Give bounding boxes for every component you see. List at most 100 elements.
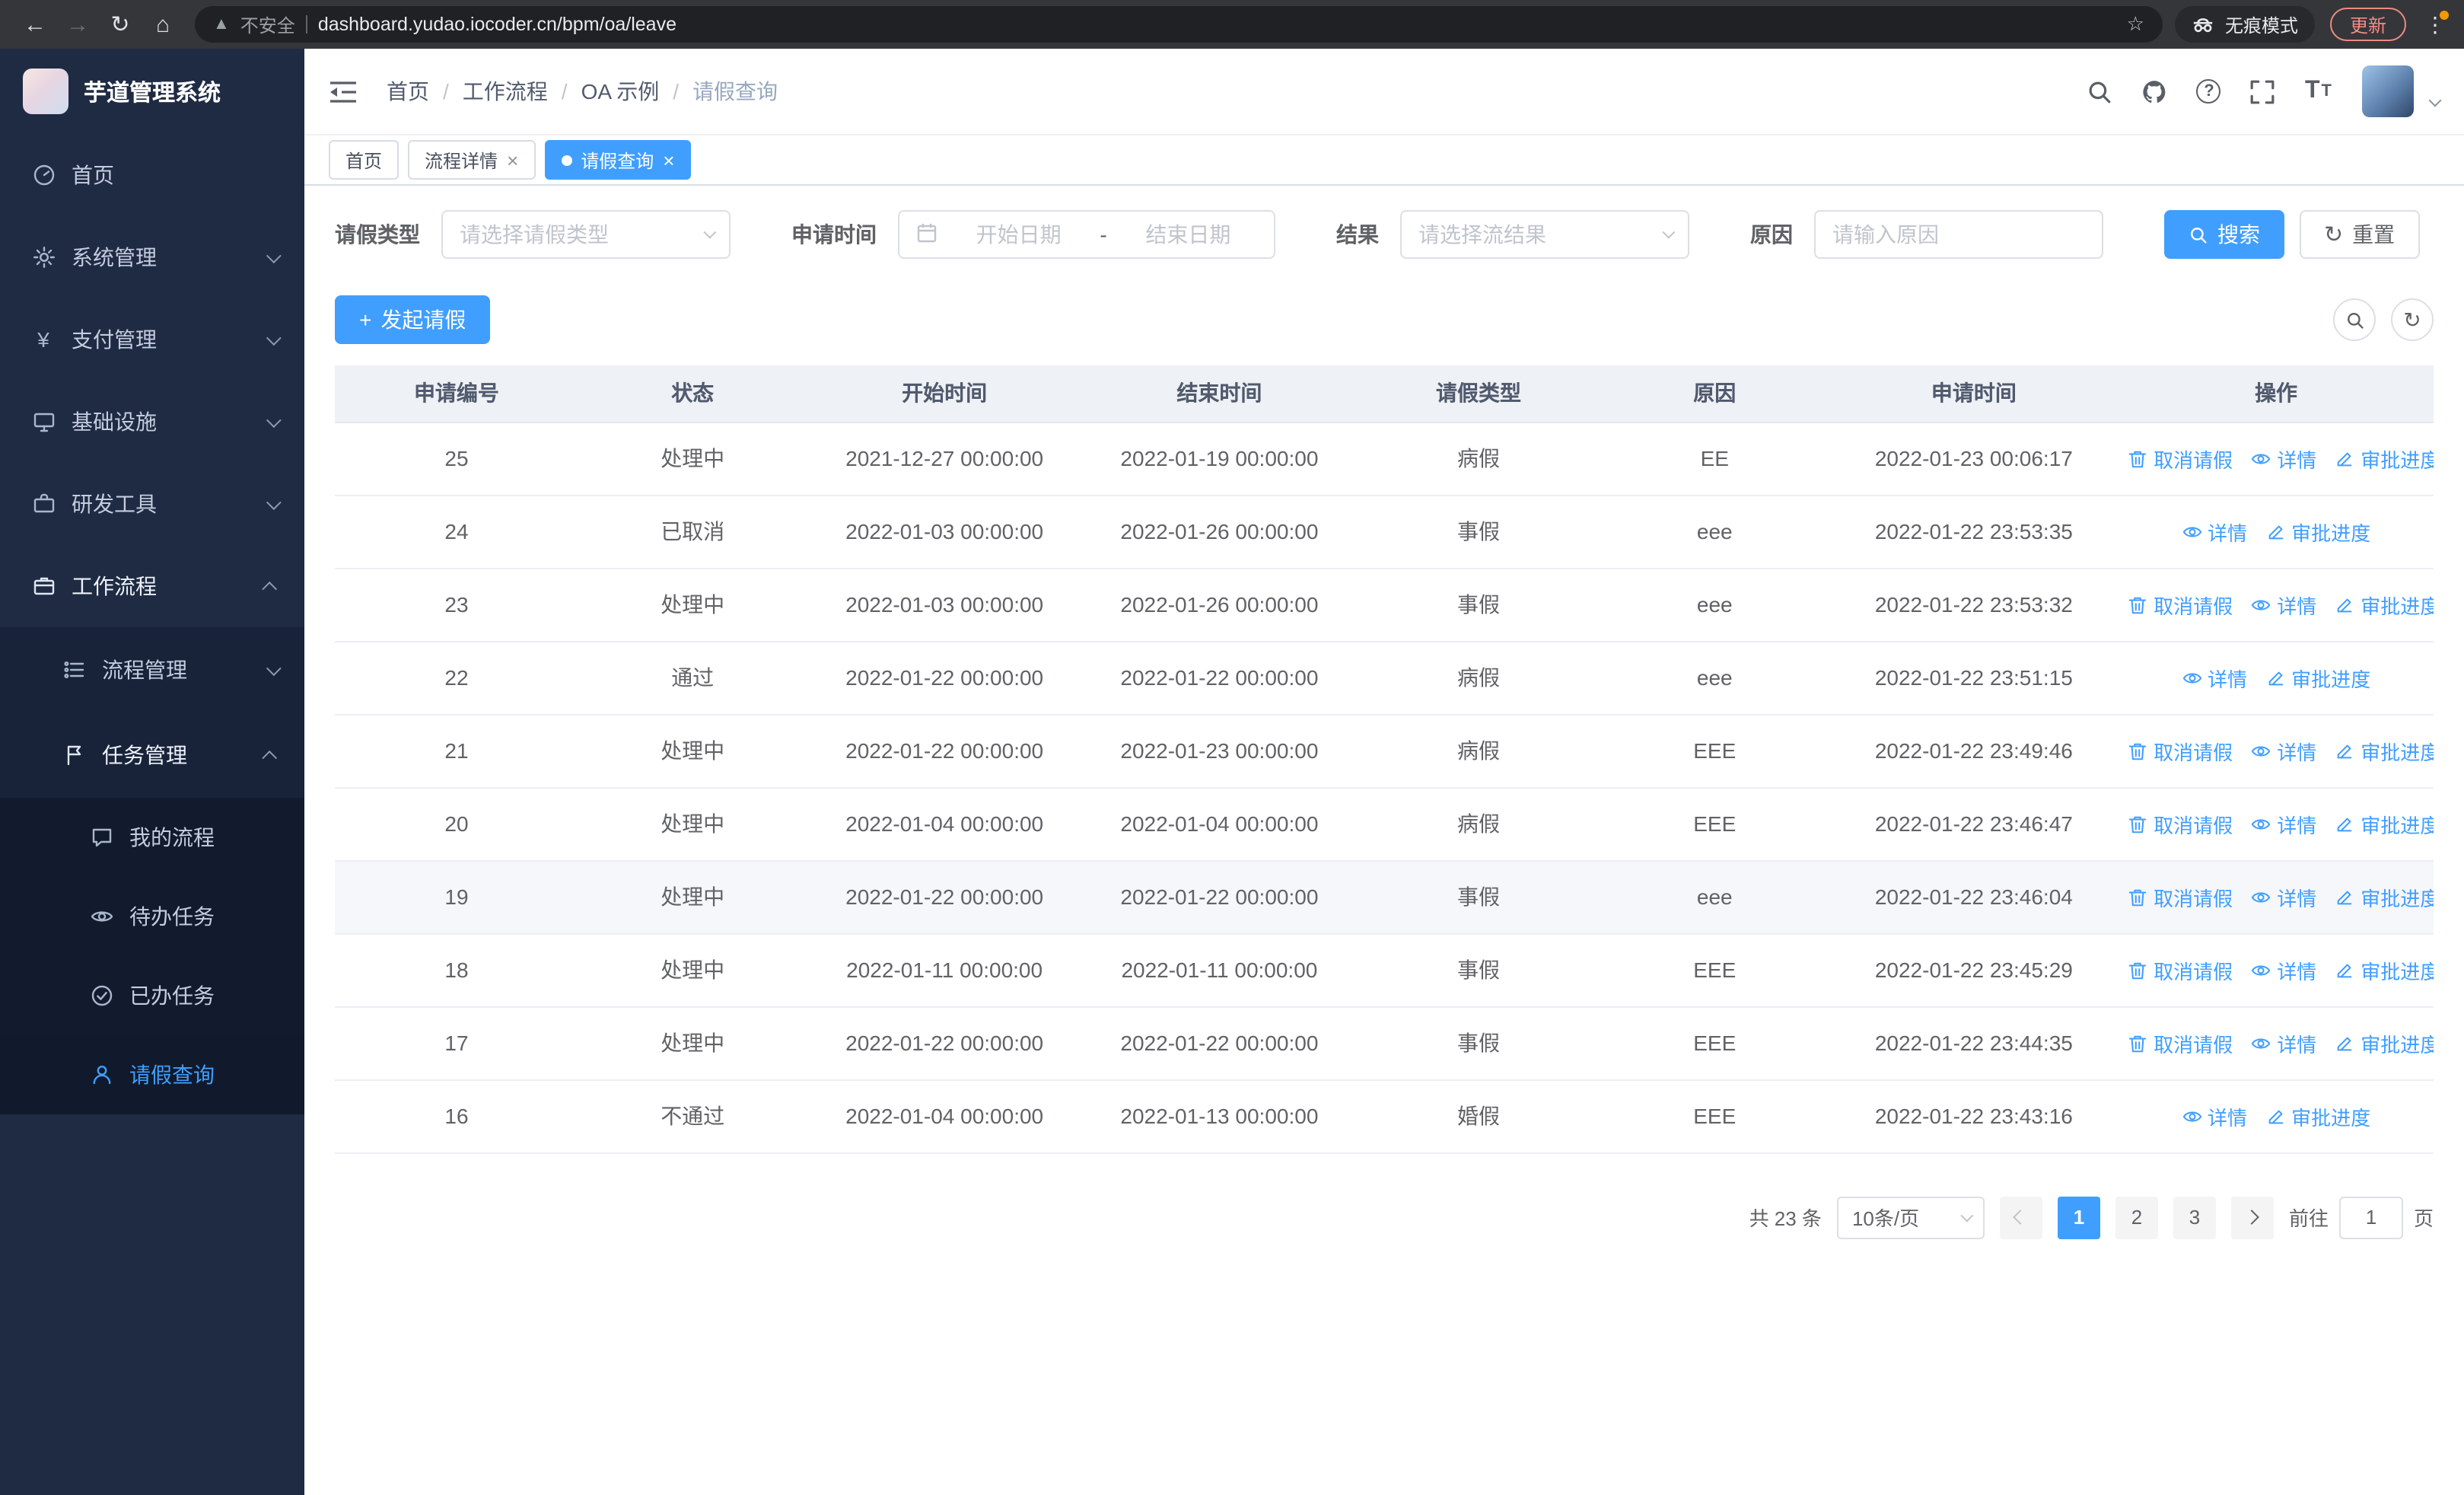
detail-action-link[interactable]: 详情 xyxy=(2182,1101,2247,1130)
cell-apply-time: 2022-01-22 23:49:46 xyxy=(1829,714,2119,788)
sidebar-item-todo-task[interactable]: 待办任务 xyxy=(0,877,304,956)
sidebar-item-devtools[interactable]: 研发工具 xyxy=(0,463,304,545)
progress-action-link[interactable]: 审批进度 xyxy=(2335,809,2434,838)
cell-status: 处理中 xyxy=(578,933,807,1007)
sidebar-item-workflow[interactable]: 工作流程 xyxy=(0,545,304,627)
table-toolbar: + 发起请假 ↻ xyxy=(335,295,2434,344)
page-button[interactable]: 2 xyxy=(2115,1196,2158,1238)
page-jump-input[interactable] xyxy=(2338,1196,2403,1238)
sidebar-item-process-management[interactable]: 流程管理 xyxy=(0,627,304,712)
browser-update-button[interactable]: 更新 xyxy=(2329,8,2406,41)
tab-leave-query[interactable]: 请假查询 × xyxy=(544,140,692,180)
user-avatar[interactable] xyxy=(2362,65,2414,117)
cancel-action-link[interactable]: 取消请假 xyxy=(2128,1028,2233,1057)
cell-start-time: 2022-01-03 00:00:00 xyxy=(807,495,1082,569)
cancel-action-link[interactable]: 取消请假 xyxy=(2128,590,2233,619)
user-menu-caret-icon[interactable] xyxy=(2428,94,2442,107)
sidebar-item-done-task[interactable]: 已办任务 xyxy=(0,956,304,1035)
detail-action-link[interactable]: 详情 xyxy=(2251,955,2316,984)
sidebar-item-infrastructure[interactable]: 基础设施 xyxy=(0,381,304,463)
cancel-action-link[interactable]: 取消请假 xyxy=(2128,736,2233,765)
tab-process-detail[interactable]: 流程详情 × xyxy=(408,140,536,180)
detail-action-link[interactable]: 详情 xyxy=(2182,663,2247,692)
apply-time-range-picker[interactable]: 开始日期 - 结束日期 xyxy=(898,210,1275,259)
progress-action-link[interactable]: 审批进度 xyxy=(2335,955,2434,984)
close-icon[interactable]: × xyxy=(507,150,518,170)
browser-forward-button[interactable]: → xyxy=(58,5,97,44)
tab-home[interactable]: 首页 xyxy=(329,140,400,180)
progress-action-link[interactable]: 审批进度 xyxy=(2265,1101,2370,1130)
font-size-icon[interactable]: TT xyxy=(2305,78,2333,105)
help-icon[interactable]: ? xyxy=(2196,79,2221,104)
url-text[interactable]: dashboard.yudao.iocoder.cn/bpm/oa/leave xyxy=(318,14,2116,35)
cancel-action-link[interactable]: 取消请假 xyxy=(2128,955,2233,984)
github-icon[interactable] xyxy=(2142,78,2168,104)
sidebar-item-my-process[interactable]: 我的流程 xyxy=(0,798,304,877)
cell-reason: eee xyxy=(1600,495,1829,569)
cell-apply-no: 17 xyxy=(335,1006,578,1080)
page-button[interactable]: 1 xyxy=(2057,1196,2100,1238)
detail-action-link[interactable]: 详情 xyxy=(2251,736,2316,765)
result-select[interactable]: 请选择流结果 xyxy=(1400,210,1689,259)
detail-action-link[interactable]: 详情 xyxy=(2251,809,2316,838)
table-row: 24 已取消 2022-01-03 00:00:00 2022-01-26 00:00… xyxy=(335,495,2434,569)
browser-refresh-button[interactable]: ↻ xyxy=(100,5,140,44)
detail-action-link[interactable]: 详情 xyxy=(2251,882,2316,911)
active-tab-dot xyxy=(561,155,572,165)
security-warning-label[interactable]: 不安全 xyxy=(240,11,295,37)
progress-action-link[interactable]: 审批进度 xyxy=(2335,882,2434,911)
start-date-placeholder[interactable]: 开始日期 xyxy=(950,219,1087,250)
reset-button[interactable]: ↻ 重置 xyxy=(2300,210,2420,259)
browser-menu-button[interactable]: ⋮ xyxy=(2421,10,2449,37)
address-bar[interactable]: ▲ 不安全 dashboard.yudao.iocoder.cn/bpm/oa/… xyxy=(195,6,2163,43)
fullscreen-icon[interactable] xyxy=(2250,78,2276,104)
detail-action-link[interactable]: 详情 xyxy=(2182,517,2247,546)
cell-leave-type: 病假 xyxy=(1357,787,1600,861)
detail-action-link[interactable]: 详情 xyxy=(2251,444,2316,473)
progress-action-link[interactable]: 审批进度 xyxy=(2265,663,2370,692)
cancel-action-link[interactable]: 取消请假 xyxy=(2128,444,2233,473)
cell-status: 不通过 xyxy=(578,1079,807,1153)
cell-reason: EEE xyxy=(1600,1006,1829,1080)
reason-input[interactable] xyxy=(1832,222,2085,247)
browser-home-button[interactable]: ⌂ xyxy=(143,5,183,44)
leave-type-select[interactable]: 请选择请假类型 xyxy=(441,210,731,259)
toggle-search-button[interactable] xyxy=(2333,298,2376,341)
next-page-button[interactable] xyxy=(2230,1196,2274,1238)
sidebar-item-task-management[interactable]: 任务管理 xyxy=(0,712,304,798)
search-button[interactable]: 搜索 xyxy=(2164,210,2284,259)
refresh-table-button[interactable]: ↻ xyxy=(2391,298,2434,341)
cancel-action-link[interactable]: 取消请假 xyxy=(2128,809,2233,838)
create-leave-button[interactable]: + 发起请假 xyxy=(335,295,491,344)
breadcrumb-item[interactable]: 首页 xyxy=(387,76,429,107)
leave-type-label: 请假类型 xyxy=(335,222,420,247)
page-size-select[interactable]: 10条/页 xyxy=(1836,1196,1985,1238)
sidebar-item-payment[interactable]: ¥ 支付管理 xyxy=(0,298,304,381)
cancel-action-link[interactable]: 取消请假 xyxy=(2128,882,2233,911)
progress-action-link[interactable]: 审批进度 xyxy=(2335,1028,2434,1057)
sidebar-item-system[interactable]: 系统管理 xyxy=(0,216,304,298)
search-icon[interactable] xyxy=(2087,78,2113,104)
end-date-placeholder[interactable]: 结束日期 xyxy=(1119,219,1257,250)
sidebar-item-leave-query[interactable]: 请假查询 xyxy=(0,1035,304,1114)
detail-action-link[interactable]: 详情 xyxy=(2251,590,2316,619)
detail-action-link[interactable]: 详情 xyxy=(2251,1028,2316,1057)
cell-apply-no: 18 xyxy=(335,933,578,1007)
progress-action-link[interactable]: 审批进度 xyxy=(2265,517,2370,546)
close-icon[interactable]: × xyxy=(663,150,674,170)
prev-page-button[interactable] xyxy=(1999,1196,2042,1238)
app-logo[interactable]: 芋道管理系统 xyxy=(0,49,304,134)
bookmark-star-icon[interactable]: ☆ xyxy=(2127,12,2144,37)
page-button[interactable]: 3 xyxy=(2173,1196,2216,1238)
pagination: 共 23 条 10条/页 1 2 3 前往 页 xyxy=(335,1196,2434,1238)
sidebar-collapse-button[interactable] xyxy=(329,75,362,108)
browser-back-button[interactable]: ← xyxy=(15,5,55,44)
sidebar-item-home[interactable]: 首页 xyxy=(0,134,304,216)
progress-action-link[interactable]: 审批进度 xyxy=(2335,736,2434,765)
progress-action-link[interactable]: 审批进度 xyxy=(2335,444,2434,473)
breadcrumb-item[interactable]: 工作流程 xyxy=(463,76,548,107)
security-warning-icon[interactable]: ▲ xyxy=(213,15,230,33)
cell-apply-time: 2022-01-23 00:06:17 xyxy=(1829,422,2119,496)
progress-action-link[interactable]: 审批进度 xyxy=(2335,590,2434,619)
breadcrumb-item[interactable]: OA 示例 xyxy=(581,76,660,107)
